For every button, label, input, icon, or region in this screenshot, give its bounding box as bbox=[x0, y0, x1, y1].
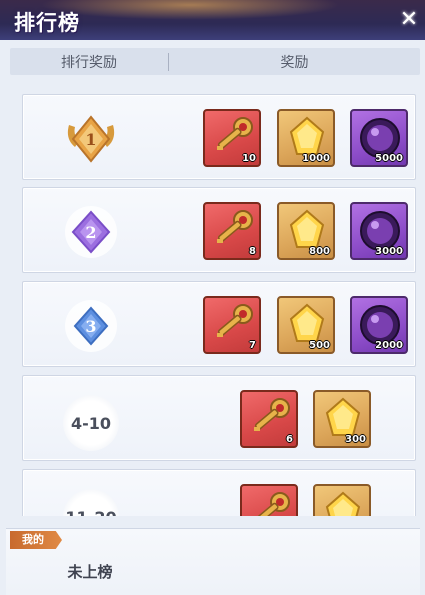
key-reward-item[interactable]: 8 bbox=[203, 202, 261, 260]
svg-text:3: 3 bbox=[85, 317, 96, 336]
gold-crystal-reward-item[interactable] bbox=[313, 484, 371, 516]
banner-glow bbox=[40, 0, 340, 20]
rank-2-badge-icon: 2 bbox=[63, 204, 119, 260]
rank-label: 4-10 bbox=[63, 395, 119, 451]
header-reward: 奖励 bbox=[280, 54, 309, 71]
window-title: 排行榜 bbox=[14, 11, 80, 35]
svg-text:1: 1 bbox=[85, 130, 96, 149]
table-row: 11-20 bbox=[22, 469, 416, 516]
rank-1-badge-icon: 1 bbox=[63, 111, 119, 167]
reward-count: 1000 bbox=[302, 153, 330, 164]
purple-orb-reward-item[interactable]: 3000 bbox=[350, 202, 408, 260]
gold-crystal-icon bbox=[325, 491, 361, 516]
key-reward-item[interactable]: 10 bbox=[203, 109, 261, 167]
key-reward-item[interactable]: 7 bbox=[203, 296, 261, 354]
gold-crystal-reward-item[interactable]: 1000 bbox=[277, 109, 335, 167]
table-row: 2 8 800 3000 bbox=[22, 187, 416, 273]
reward-count: 8 bbox=[249, 246, 256, 257]
purple-orb-reward-item[interactable]: 5000 bbox=[350, 109, 408, 167]
reward-count: 500 bbox=[309, 340, 330, 351]
rank-3-badge-icon: 3 bbox=[63, 298, 119, 354]
table-row: 1 10 1000 5000 bbox=[22, 94, 416, 180]
gold-crystal-reward-item[interactable]: 500 bbox=[277, 296, 335, 354]
reward-count: 7 bbox=[249, 340, 256, 351]
key-icon bbox=[254, 492, 290, 516]
my-rank-value: 未上榜 bbox=[67, 562, 113, 581]
header-rank-reward: 排行奖励 bbox=[61, 54, 117, 71]
reward-count: 5000 bbox=[375, 153, 403, 164]
reward-count: 10 bbox=[242, 153, 256, 164]
reward-count: 6 bbox=[286, 434, 293, 445]
rank-label: 11-20 bbox=[63, 489, 119, 516]
key-reward-item[interactable]: 6 bbox=[240, 390, 298, 448]
svg-text:2: 2 bbox=[85, 223, 96, 242]
reward-list[interactable]: 1 10 1000 5000 2 8 800 3000 3 7 500 2000… bbox=[14, 86, 418, 516]
gold-crystal-reward-item[interactable]: 800 bbox=[277, 202, 335, 260]
reward-count: 800 bbox=[309, 246, 330, 257]
table-header: 排行奖励 奖励 bbox=[10, 48, 420, 75]
reward-count: 2000 bbox=[375, 340, 403, 351]
table-row: 3 7 500 2000 bbox=[22, 281, 416, 367]
gold-crystal-reward-item[interactable]: 300 bbox=[313, 390, 371, 448]
reward-count: 3000 bbox=[375, 246, 403, 257]
close-button[interactable]: ✕ bbox=[397, 8, 421, 32]
key-reward-item[interactable] bbox=[240, 484, 298, 516]
reward-count: 300 bbox=[345, 434, 366, 445]
purple-orb-reward-item[interactable]: 2000 bbox=[350, 296, 408, 354]
table-row: 4-10 6 300 bbox=[22, 375, 416, 461]
